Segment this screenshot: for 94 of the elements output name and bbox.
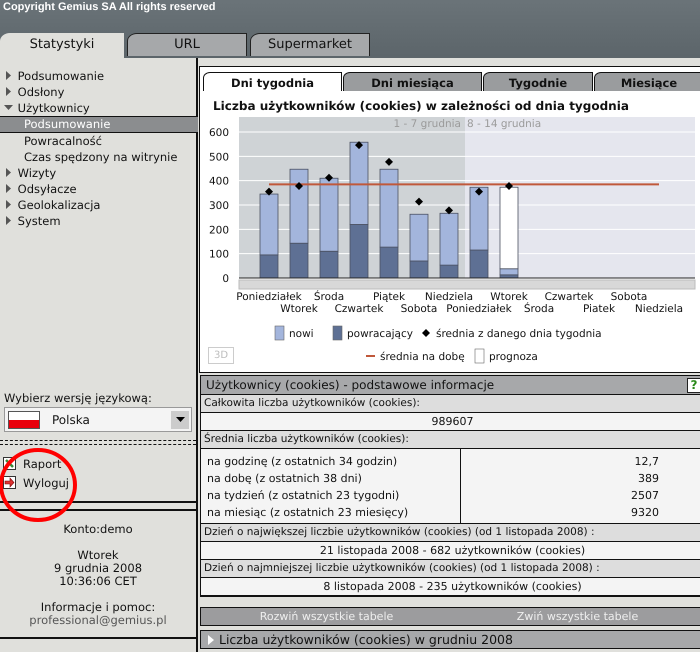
period-label: 8 - 14 grudnia — [467, 118, 542, 130]
x-tick-label: Niedziela — [424, 291, 474, 303]
average-marker — [475, 188, 483, 196]
legend-swatch — [274, 326, 284, 340]
time-text: 10:36:06 CET — [58, 575, 138, 588]
x-tick-label: Poniedziałek — [446, 303, 512, 315]
dropdown-arrow-icon — [176, 417, 184, 422]
chart-tab[interactable]: Miesiące — [594, 72, 700, 91]
sidebar-item[interactable]: System — [0, 213, 196, 229]
y-tick-label: 300 — [208, 200, 229, 212]
average-label: na godzinę (z ostatnich 34 godzin) — [207, 454, 398, 470]
row-label: Dzień o największej liczbie użytkowników (cookies) (od 1 listopada 2008) : — [201, 524, 700, 542]
average-marker — [505, 182, 513, 190]
day-text: Wtorek — [76, 549, 120, 562]
flag-icon — [8, 410, 40, 428]
y-tick-label: 400 — [208, 176, 229, 188]
main-tab[interactable]: Statystyki — [0, 33, 124, 58]
legend-label: prognoza — [489, 351, 538, 363]
row-value: 989607 — [201, 413, 700, 431]
row-label: Średnia liczba użytkowników (cookies): — [201, 431, 700, 449]
help-label: Informacje i pomoc: — [40, 601, 156, 614]
date-text: 9 grudnia 2008 — [52, 562, 144, 575]
average-value: 9320 — [630, 505, 659, 521]
help-button[interactable]: ? — [687, 378, 700, 392]
copyright-text: Copyright Gemius SA All rights reserved — [3, 1, 216, 13]
sidebar-item[interactable]: Podsumowanie — [0, 68, 196, 84]
average-marker — [445, 206, 453, 214]
average-marker — [355, 141, 363, 150]
x-tick-label: Wtorek — [280, 303, 318, 315]
legend-label: średnia z danego dnia tygodnia — [436, 328, 602, 340]
legend-label: średnia na dobę — [380, 351, 465, 363]
chart-scrollbar[interactable] — [238, 280, 696, 290]
row-label: Całkowita liczba użytkowników (cookies): — [201, 395, 700, 413]
average-label: na dobę (z ostatnich 38 dni) — [207, 471, 363, 487]
average-marker — [415, 198, 423, 206]
average-value: 12,7 — [634, 454, 659, 470]
legend-swatch — [474, 348, 484, 364]
y-tick-label: 600 — [208, 127, 229, 139]
average-value: 389 — [637, 471, 659, 487]
sidebar-item[interactable]: Geolokalizacja — [0, 197, 196, 213]
sidebar-subitem[interactable]: Czas spędzony na witrynie — [0, 149, 196, 165]
expanded-arrow-icon — [4, 103, 13, 112]
x-tick-label: Środa — [524, 303, 554, 315]
x-tick-label: Piatek — [582, 303, 616, 315]
average-value: 2507 — [630, 488, 659, 504]
main-tab[interactable]: URL — [127, 33, 247, 56]
x-tick-label: Niedziela — [634, 303, 684, 315]
sidebar-subitem[interactable]: Powracalność — [0, 133, 196, 149]
x-tick-label: Wtorek — [490, 291, 528, 303]
language-label: Wybierz wersję językową: — [3, 391, 153, 407]
sidebar-item[interactable]: Odsłony — [0, 84, 196, 100]
x-tick-label: Czwartek — [544, 291, 594, 303]
average-label: na miesiąc (z ostatnich 23 miesięcy) — [207, 505, 410, 521]
sidebar-item[interactable]: Wizyty — [0, 165, 196, 181]
row-value: 21 listopada 2008 - 682 użytkowników (cookies) — [201, 542, 700, 560]
legend-marker — [422, 329, 430, 337]
x-tick-label: Sobota — [610, 291, 648, 303]
x-tick-label: Sobota — [400, 303, 438, 315]
exit-arrow-icon — [3, 476, 16, 489]
collapsible-section[interactable]: Liczba użytkowników (cookies) w grudniu 2008 — [200, 630, 700, 649]
legend-label: nowi — [289, 328, 314, 340]
y-tick-label: 200 — [208, 224, 229, 236]
chart-tab[interactable]: Dni miesiąca — [343, 72, 482, 91]
average-label: na tydzień (z ostatnich 23 tygodni) — [207, 488, 400, 504]
sidebar-item[interactable]: Użytkownicy — [0, 100, 196, 116]
x-tick-label: Środa — [314, 291, 344, 303]
average-marker — [385, 158, 393, 166]
sidebar-link[interactable]: Wyloguj — [0, 473, 196, 492]
email-link[interactable]: professional@gemius.pl — [0, 614, 196, 627]
period-label: 1 - 7 grudnia — [394, 118, 461, 130]
sidebar-link[interactable]: Raport — [0, 454, 196, 473]
y-tick-label: 100 — [208, 248, 229, 261]
account-text: Konto:demo — [62, 523, 134, 536]
y-tick-label: 500 — [208, 151, 229, 164]
legend-swatch — [332, 326, 342, 340]
chart-title: Liczba użytkowników (cookies) w zależności od dnia tygodnia — [212, 98, 630, 112]
collapsed-arrow-icon — [207, 634, 215, 644]
language-select[interactable]: Polska — [4, 407, 192, 432]
section-title: Liczba użytkowników (cookies) w grudniu 2008 — [219, 632, 513, 647]
section-title: Użytkownicy (cookies) - podstawowe informacje — [206, 378, 494, 392]
sidebar-item[interactable]: Odsyłacze — [0, 181, 196, 197]
y-tick-label: 0 — [222, 273, 229, 285]
x-tick-label: Czwartek — [334, 303, 384, 315]
row-label: Dzień o najmniejszej liczbie użytkowników (cookies) (od 1 listopada 2008) : — [201, 560, 700, 578]
chart-tab[interactable]: Tygodnie — [483, 72, 593, 91]
x-tick-label: Poniedziałek — [236, 291, 302, 303]
average-marker — [325, 174, 333, 182]
average-marker — [265, 188, 273, 196]
x-tick-label: Piątek — [372, 291, 406, 303]
chart-tab[interactable]: Dni tygodnia — [203, 72, 342, 91]
average-marker — [295, 182, 303, 190]
row-value: 8 listopada 2008 - 235 użytkowników (cookies) — [201, 578, 700, 596]
legend-label: powracający — [347, 328, 413, 340]
main-tab[interactable]: Supermarket — [250, 33, 370, 56]
